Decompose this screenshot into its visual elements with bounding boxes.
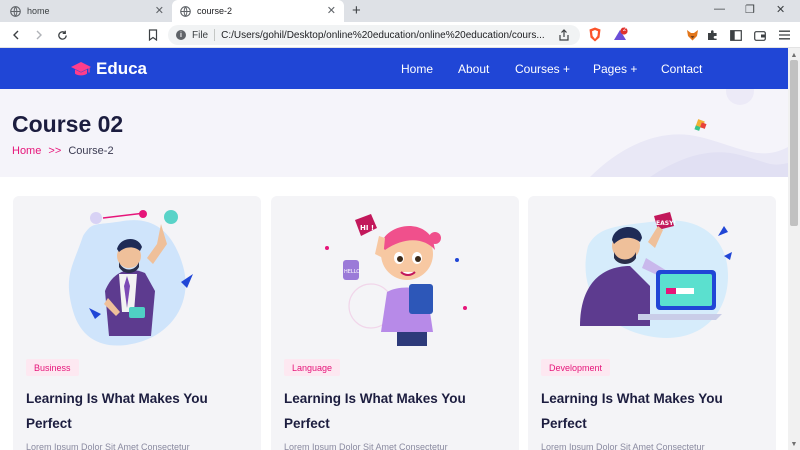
puzzle-icon[interactable] xyxy=(705,27,721,43)
course-card-language[interactable]: HI ! HELLO Language Learning Is What Mak… xyxy=(271,196,519,450)
site-logo[interactable]: Educa xyxy=(70,59,147,79)
info-icon[interactable]: i xyxy=(176,30,186,40)
restore-button[interactable]: ❐ xyxy=(745,3,755,16)
course-title[interactable]: Learning Is What Makes You Perfect xyxy=(284,386,510,436)
breadcrumb-home-link[interactable]: Home xyxy=(12,145,41,157)
breadcrumb-current: Course-2 xyxy=(68,145,114,157)
course-description: Lorem Ipsum Dolor Sit Amet Consectetur xyxy=(26,442,190,450)
rewards-badge-count: 2 xyxy=(622,27,627,33)
page-scrollbar[interactable]: ▲ ▼ xyxy=(788,48,800,450)
close-tab-icon[interactable]: ✕ xyxy=(155,4,164,17)
site-navbar: Educa Home About Courses + Pages + Conta… xyxy=(0,48,788,89)
reload-icon[interactable] xyxy=(54,27,70,43)
page-title: Course 02 xyxy=(12,111,124,137)
tab-label: course-2 xyxy=(197,6,233,16)
menu-icon[interactable] xyxy=(776,27,792,43)
easy-bubble-text: EASY! xyxy=(656,220,676,227)
back-icon[interactable] xyxy=(8,27,24,43)
scroll-down-arrow-icon[interactable]: ▼ xyxy=(788,441,800,448)
address-bar[interactable]: i File C:/Users/gohil/Desktop/online%20e… xyxy=(168,25,580,45)
browser-tab-strip: home ✕ course-2 ✕ + — ❐ ✕ xyxy=(0,0,800,22)
forward-icon[interactable] xyxy=(31,27,47,43)
address-divider xyxy=(214,29,216,41)
close-tab-icon[interactable]: ✕ xyxy=(327,4,336,17)
language-girl-illustration: HI ! HELLO xyxy=(325,214,467,346)
course-card-development[interactable]: EASY! Development Learning Is What Makes… xyxy=(528,196,776,450)
breadcrumb-separator: >> xyxy=(48,145,62,157)
close-window-button[interactable]: ✕ xyxy=(776,3,785,16)
scheme-label: File xyxy=(192,29,209,41)
course-title[interactable]: Learning Is What Makes You Perfect xyxy=(541,386,767,436)
wallet-icon[interactable] xyxy=(752,27,768,43)
url-text[interactable]: C:/Users/gohil/Desktop/online%20educatio… xyxy=(221,30,545,41)
new-tab-button[interactable]: + xyxy=(352,2,361,19)
graduation-cap-icon xyxy=(71,62,91,76)
nav-link-home[interactable]: Home xyxy=(401,48,433,89)
nav-link-pages[interactable]: Pages + xyxy=(593,48,637,89)
course-category-tag[interactable]: Language xyxy=(284,359,341,376)
tab-label: home xyxy=(27,6,50,16)
browser-toolbar: i File C:/Users/gohil/Desktop/online%20e… xyxy=(0,22,800,48)
brave-shield-icon[interactable] xyxy=(588,27,602,42)
developer-laptop-illustration: EASY! xyxy=(580,212,732,338)
rewards-icon[interactable]: 2 xyxy=(612,27,628,43)
tab-home[interactable]: home ✕ xyxy=(0,0,172,22)
course-card-business[interactable]: Business Learning Is What Makes You Perf… xyxy=(13,196,261,450)
course-category-tag[interactable]: Development xyxy=(541,359,611,376)
sidebar-icon[interactable] xyxy=(728,27,744,43)
course-description: Lorem Ipsum Dolor Sit Amet Consectetur xyxy=(284,442,448,450)
nav-link-contact[interactable]: Contact xyxy=(661,48,702,89)
globe-icon xyxy=(10,5,21,17)
share-icon[interactable] xyxy=(556,27,572,43)
tab-course-2[interactable]: course-2 ✕ xyxy=(172,0,344,22)
hero-decoration xyxy=(590,89,788,177)
course-category-tag[interactable]: Business xyxy=(26,359,79,376)
globe-icon xyxy=(180,5,191,17)
scroll-up-arrow-icon[interactable]: ▲ xyxy=(788,52,800,59)
fox-extension-icon[interactable] xyxy=(684,27,700,43)
logo-text: Educa xyxy=(96,59,148,78)
page-hero: Course 02 Home >> Course-2 xyxy=(0,89,788,177)
hello-bubble-text: HELLO xyxy=(344,269,360,275)
nav-link-courses[interactable]: Courses + xyxy=(515,48,570,89)
breadcrumb: Home >> Course-2 xyxy=(12,145,114,157)
minimize-button[interactable]: — xyxy=(714,3,725,15)
hi-bubble-text: HI ! xyxy=(360,224,374,232)
nav-link-about[interactable]: About xyxy=(458,48,489,89)
scroll-thumb[interactable] xyxy=(790,60,798,226)
course-title[interactable]: Learning Is What Makes You Perfect xyxy=(26,386,252,436)
bookmark-icon[interactable] xyxy=(145,27,161,43)
business-person-illustration xyxy=(68,210,193,346)
course-description: Lorem Ipsum Dolor Sit Amet Consectetur xyxy=(541,442,705,450)
